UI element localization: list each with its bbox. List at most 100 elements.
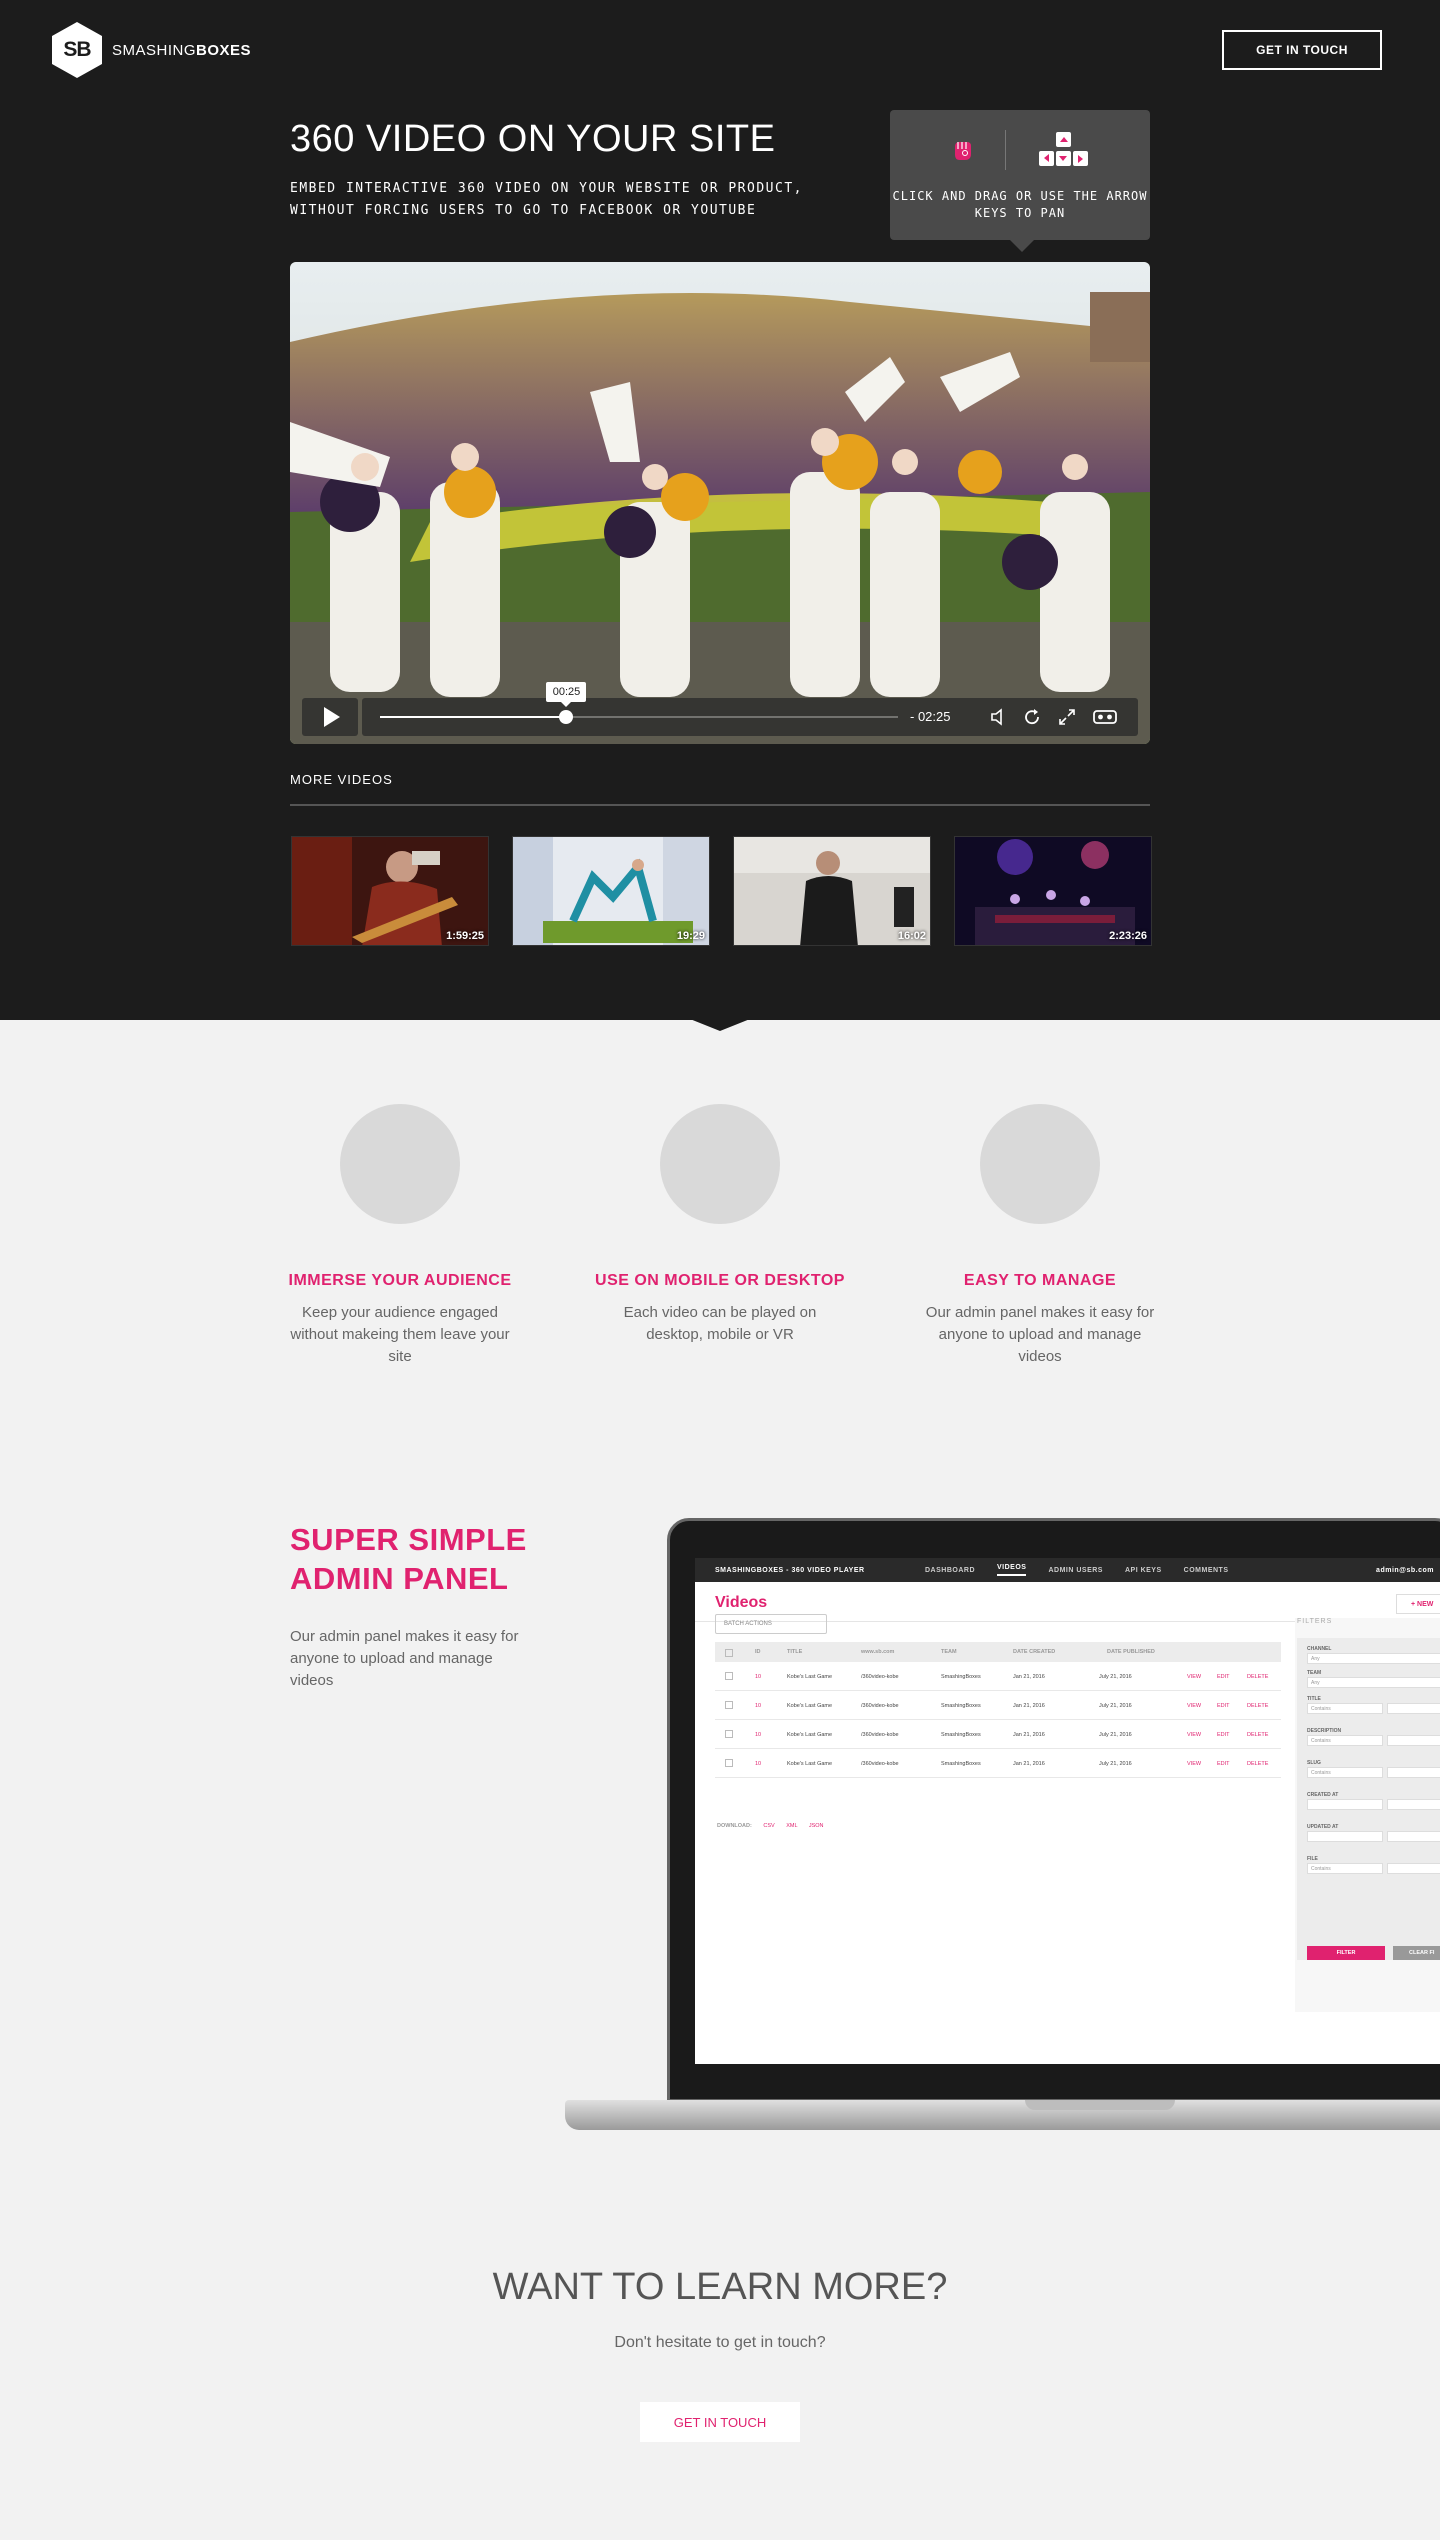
column-header[interactable]: TEAM: [941, 1649, 957, 1655]
cell-title: Kobe's Last Game: [787, 1703, 833, 1709]
vr-icon[interactable]: [1092, 707, 1118, 727]
admin-nav-api-keys[interactable]: API KEYS: [1125, 1567, 1162, 1574]
cta-get-in-touch-button[interactable]: GET IN TOUCH: [640, 2402, 800, 2442]
get-in-touch-button[interactable]: GET IN TOUCH: [1222, 30, 1382, 70]
edit-link[interactable]: EDIT: [1217, 1732, 1230, 1738]
column-header[interactable]: www.sb.com: [861, 1649, 894, 1655]
admin-brand: SMASHINGBOXES - 360 VIDEO PLAYER: [715, 1566, 865, 1574]
filter-label: CREATED AT: [1307, 1792, 1339, 1798]
cell-id[interactable]: 10: [755, 1674, 761, 1680]
view-link[interactable]: VIEW: [1187, 1703, 1201, 1709]
filter-slug-input[interactable]: [1387, 1767, 1440, 1778]
admin-page-title: Videos: [715, 1594, 768, 1611]
admin-title-line-1: SUPER SIMPLE: [290, 1522, 527, 1557]
cell-slug: /360video-kobe: [861, 1732, 899, 1738]
admin-nav-admin-users[interactable]: ADMIN USERS: [1048, 1567, 1103, 1574]
more-videos-label: MORE VIDEOS: [290, 772, 393, 787]
filter-file-input[interactable]: [1387, 1863, 1440, 1874]
feature-title: EASY TO MANAGE: [963, 1272, 1117, 1289]
progress-handle[interactable]: [559, 710, 574, 724]
edit-link[interactable]: EDIT: [1217, 1703, 1230, 1709]
admin-nav-dashboard[interactable]: DASHBOARD: [925, 1567, 975, 1574]
play-button[interactable]: [302, 698, 358, 736]
video-player[interactable]: 00:25 - 02:25: [290, 262, 1150, 744]
filter-slug-operator[interactable]: Contains: [1307, 1767, 1383, 1778]
column-header[interactable]: DATE CREATED: [1013, 1649, 1055, 1655]
cell-title: Kobe's Last Game: [787, 1674, 833, 1680]
fullscreen-icon[interactable]: [1056, 707, 1078, 727]
filter-title-input[interactable]: [1387, 1703, 1440, 1714]
hero-subtitle: EMBED INTERACTIVE 360 VIDEO ON YOUR WEBS…: [290, 181, 803, 218]
tooltip-divider: [1004, 130, 1006, 170]
video-duration: 2:23:26: [1109, 930, 1147, 942]
admin-nav-videos[interactable]: VIDEOS: [997, 1564, 1027, 1576]
row-checkbox[interactable]: [725, 1730, 733, 1738]
cta-title: WANT TO LEARN MORE?: [492, 2266, 948, 2308]
select-all-checkbox[interactable]: [725, 1649, 733, 1657]
clear-filters-button[interactable]: CLEAR FI: [1393, 1946, 1440, 1960]
feature-title: IMMERSE YOUR AUDIENCE: [288, 1272, 512, 1289]
filter-label: SLUG: [1307, 1760, 1321, 1766]
filter-button[interactable]: FILTER: [1307, 1946, 1385, 1960]
batch-actions-select[interactable]: BATCH ACTIONS: [715, 1614, 827, 1634]
filter-channel-select[interactable]: Any: [1307, 1653, 1440, 1664]
delete-link[interactable]: DELETE: [1247, 1703, 1268, 1709]
view-link[interactable]: VIEW: [1187, 1761, 1201, 1767]
view-link[interactable]: VIEW: [1187, 1674, 1201, 1680]
edit-link[interactable]: EDIT: [1217, 1674, 1230, 1680]
filter-updated-from[interactable]: [1307, 1831, 1383, 1842]
progress-track[interactable]: 00:25: [380, 682, 898, 724]
download-csv-link[interactable]: CSV: [763, 1823, 774, 1829]
admin-new-button[interactable]: + NEW: [1396, 1594, 1440, 1614]
download-json-link[interactable]: JSON: [809, 1823, 824, 1829]
filter-title-operator[interactable]: Contains: [1307, 1703, 1383, 1714]
admin-nav-comments[interactable]: COMMENTS: [1184, 1567, 1229, 1574]
download-xml-link[interactable]: XML: [786, 1823, 797, 1829]
cell-created: Jan 21, 2016: [1013, 1674, 1045, 1680]
video-thumbnail[interactable]: 2:23:26: [954, 836, 1152, 946]
feature-mobile-desktop: USE ON MOBILE OR DESKTOP Each video can …: [560, 1104, 880, 1346]
current-time-tooltip: 00:25: [546, 682, 587, 707]
delete-link[interactable]: DELETE: [1247, 1674, 1268, 1680]
filter-created-from[interactable]: [1307, 1799, 1383, 1810]
feature-description: Each video can be played on desktop, mob…: [623, 1304, 817, 1343]
volume-icon[interactable]: [988, 707, 1010, 727]
row-checkbox[interactable]: [725, 1701, 733, 1709]
filter-description-operator[interactable]: Contains: [1307, 1735, 1383, 1746]
admin-user-email[interactable]: admin@sb.com: [1376, 1567, 1434, 1574]
table-row: 10 Kobe's Last Game /360video-kobe Smash…: [715, 1691, 1281, 1720]
table-row: 10 Kobe's Last Game /360video-kobe Smash…: [715, 1720, 1281, 1749]
table-row: 10 Kobe's Last Game /360video-kobe Smash…: [715, 1662, 1281, 1691]
video-thumbnail[interactable]: 19:29: [512, 836, 710, 946]
logo-name-light: SMASHING: [112, 41, 197, 59]
admin-top-bar: SMASHINGBOXES - 360 VIDEO PLAYER DASHBOA…: [695, 1558, 1440, 1582]
cell-id[interactable]: 10: [755, 1732, 761, 1738]
delete-link[interactable]: DELETE: [1247, 1732, 1268, 1738]
filter-updated-to[interactable]: [1387, 1831, 1440, 1842]
time-remaining: - 02:25: [910, 709, 951, 724]
filter-team-select[interactable]: Any: [1307, 1677, 1440, 1688]
filter-description-input[interactable]: [1387, 1735, 1440, 1746]
filter-created-to[interactable]: [1387, 1799, 1440, 1810]
video-thumbnail[interactable]: 16:02: [733, 836, 931, 946]
download-links: DOWNLOAD: CSV XML JSON: [717, 1823, 824, 1829]
replay-icon[interactable]: [1022, 707, 1044, 727]
row-checkbox[interactable]: [725, 1759, 733, 1767]
feature-description: Keep your audience engaged without makei…: [290, 1304, 510, 1365]
cell-id[interactable]: 10: [755, 1761, 761, 1767]
cell-slug: /360video-kobe: [861, 1674, 899, 1680]
laptop-base-notch: [1025, 2100, 1175, 2110]
filter-label: FILE: [1307, 1856, 1318, 1862]
row-checkbox[interactable]: [725, 1672, 733, 1680]
arrow-keys-icon: [1036, 130, 1092, 170]
edit-link[interactable]: EDIT: [1217, 1761, 1230, 1767]
video-thumbnail[interactable]: 1:59:25: [291, 836, 489, 946]
delete-link[interactable]: DELETE: [1247, 1761, 1268, 1767]
column-header[interactable]: ID: [755, 1649, 761, 1655]
column-header[interactable]: TITLE: [787, 1649, 802, 1655]
cell-id[interactable]: 10: [755, 1703, 761, 1709]
filter-file-operator[interactable]: Contains: [1307, 1863, 1383, 1874]
view-link[interactable]: VIEW: [1187, 1732, 1201, 1738]
logo[interactable]: SB SMASHINGBOXES: [52, 22, 251, 78]
column-header[interactable]: DATE PUBLISHED: [1107, 1649, 1155, 1655]
